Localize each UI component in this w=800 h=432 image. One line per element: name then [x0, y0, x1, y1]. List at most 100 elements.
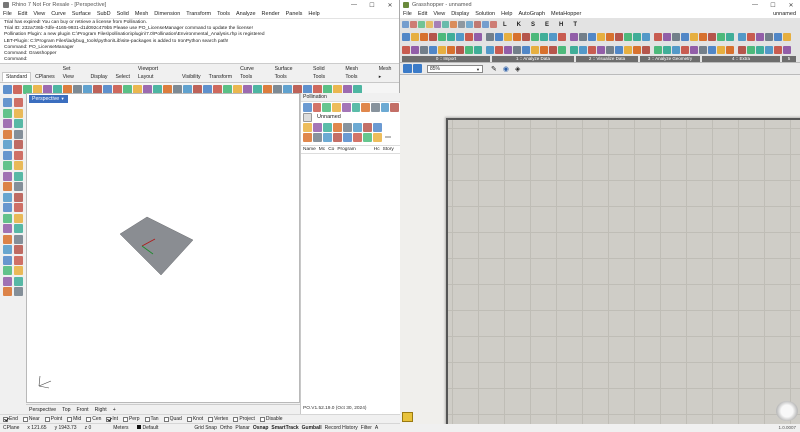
left-tool-icon[interactable] — [3, 129, 12, 139]
menu-help[interactable]: Help — [308, 11, 319, 17]
gh-component-icon[interactable] — [624, 45, 632, 54]
tab-visibility[interactable]: Visibility — [178, 72, 205, 82]
gh-component-icon[interactable] — [633, 45, 641, 54]
gh-tab-h[interactable]: H — [559, 22, 563, 28]
panel-tool-icon[interactable] — [361, 102, 370, 112]
plane-surface[interactable] — [119, 216, 194, 276]
left-tool-icon[interactable] — [14, 234, 23, 244]
units-label[interactable]: Meters — [113, 425, 128, 431]
left-tool-icon[interactable] — [3, 255, 12, 265]
panel-tool-icon[interactable] — [333, 132, 342, 142]
tab-transform[interactable]: Transform — [205, 72, 236, 82]
gh-component-icon[interactable] — [579, 45, 587, 54]
status-toggle-a[interactable]: A — [375, 425, 378, 431]
gh-component-icon[interactable] — [429, 45, 437, 54]
status-toggle-smarttrack[interactable]: SmartTrack — [271, 425, 298, 431]
menu-curve[interactable]: Curve — [51, 11, 66, 17]
menu-render[interactable]: Render — [262, 11, 280, 17]
gh-tab-icon[interactable] — [418, 21, 425, 28]
gh-component-icon[interactable] — [558, 32, 566, 41]
gh-maximize-button[interactable]: ☐ — [764, 2, 782, 9]
gh-component-icon[interactable] — [465, 45, 473, 54]
gh-component-icon[interactable] — [513, 45, 521, 54]
minimize-button[interactable]: — — [345, 2, 363, 9]
gh-component-icon[interactable] — [726, 45, 734, 54]
gh-component-icon[interactable] — [474, 32, 482, 41]
gh-tab-icon[interactable] — [434, 21, 441, 28]
gh-tab-icon[interactable] — [450, 21, 457, 28]
gh-menu-solution[interactable]: Solution — [475, 11, 495, 17]
tab-standard[interactable]: Standard — [2, 72, 32, 82]
gh-component-icon[interactable] — [540, 32, 548, 41]
toolbar-tool-icon[interactable] — [13, 84, 22, 94]
osnap-int[interactable]: Int — [106, 416, 118, 422]
left-tool-icon[interactable] — [14, 266, 23, 275]
gh-component-icon[interactable] — [456, 32, 464, 41]
panel-tool-icon[interactable] — [353, 122, 362, 132]
gh-component-icon[interactable] — [699, 45, 707, 54]
osnap-checkbox[interactable] — [67, 416, 73, 422]
view-tab-right[interactable]: Right — [95, 407, 107, 413]
gh-tab-s[interactable]: S — [531, 22, 535, 28]
panel-tool-icon[interactable] — [303, 122, 312, 132]
left-tool-icon[interactable] — [3, 287, 12, 296]
gh-component-icon[interactable] — [663, 45, 671, 54]
tab-solid-tools[interactable]: Solid Tools — [309, 64, 341, 82]
panel-tool-icon[interactable] — [303, 132, 312, 142]
panel-tool-icon[interactable] — [351, 102, 361, 112]
status-toggle-gumball[interactable]: Gumball — [302, 425, 322, 431]
gh-component-icon[interactable] — [615, 45, 623, 54]
view-tab-perspective[interactable]: Perspective — [29, 407, 56, 413]
osnap-checkbox[interactable] — [86, 416, 92, 422]
gh-component-icon[interactable] — [708, 45, 716, 54]
panel-tool-icon[interactable] — [323, 122, 332, 132]
gh-tab-k[interactable]: K — [517, 22, 521, 28]
status-toggle-record-history[interactable]: Record History — [325, 425, 358, 431]
zoom-select[interactable]: 85% ▼ — [427, 64, 483, 73]
gh-component-icon[interactable] — [726, 32, 734, 41]
gh-component-icon[interactable] — [474, 45, 482, 54]
preview-eye-icon[interactable]: ◉ — [503, 65, 509, 73]
left-tool-icon[interactable] — [14, 203, 23, 212]
panel-tool-icon[interactable] — [303, 102, 312, 112]
osnap-end[interactable]: End — [3, 416, 18, 422]
gh-menu-view[interactable]: View — [433, 11, 445, 17]
layer-indicator[interactable]: Default — [136, 425, 167, 431]
osnap-checkbox[interactable] — [22, 416, 28, 422]
left-tool-icon[interactable] — [3, 161, 12, 170]
gh-component-icon[interactable] — [513, 32, 521, 41]
gh-component-icon[interactable] — [783, 45, 791, 54]
column-mc[interactable]: Mc — [319, 147, 325, 152]
gh-component-icon[interactable] — [438, 32, 446, 41]
panel-tool-icon[interactable] — [373, 132, 382, 142]
gh-tab-icon[interactable] — [466, 21, 473, 28]
column-story[interactable]: Story — [383, 147, 394, 152]
gh-status-icon[interactable] — [402, 412, 413, 422]
panel-tool-icon[interactable] — [341, 102, 351, 112]
gh-menu-edit[interactable]: Edit — [418, 11, 427, 17]
panel-tool-icon[interactable] — [343, 132, 352, 142]
panel-tool-icon[interactable] — [312, 102, 322, 112]
left-tool-icon[interactable] — [14, 182, 23, 191]
gh-tab-icon[interactable] — [458, 21, 465, 28]
left-tool-icon[interactable] — [3, 192, 12, 202]
status-toggle-planar[interactable]: Planar — [235, 425, 249, 431]
gh-tab-icon[interactable] — [402, 21, 409, 28]
gh-component-icon[interactable] — [654, 45, 662, 54]
gh-component-icon[interactable] — [522, 32, 530, 41]
canvas-compass-widget[interactable] — [776, 401, 798, 421]
gh-component-icon[interactable] — [747, 32, 755, 41]
status-toggle-grid-snap[interactable]: Grid Snap — [194, 425, 217, 431]
column-hc[interactable]: Hc — [374, 147, 380, 152]
close-button[interactable]: ✕ — [381, 2, 399, 9]
left-tool-icon[interactable] — [3, 266, 12, 275]
gh-component-icon[interactable] — [456, 45, 464, 54]
menu-surface[interactable]: Surface — [72, 11, 91, 17]
panel-tool-icon[interactable] — [313, 132, 322, 142]
gh-component-icon[interactable] — [699, 32, 707, 41]
left-tool-icon[interactable] — [14, 140, 23, 149]
left-tool-icon[interactable] — [3, 108, 12, 118]
gh-tab-l[interactable]: L — [503, 22, 507, 28]
osnap-cen[interactable]: Cen — [86, 416, 101, 422]
left-tool-icon[interactable] — [14, 255, 23, 265]
